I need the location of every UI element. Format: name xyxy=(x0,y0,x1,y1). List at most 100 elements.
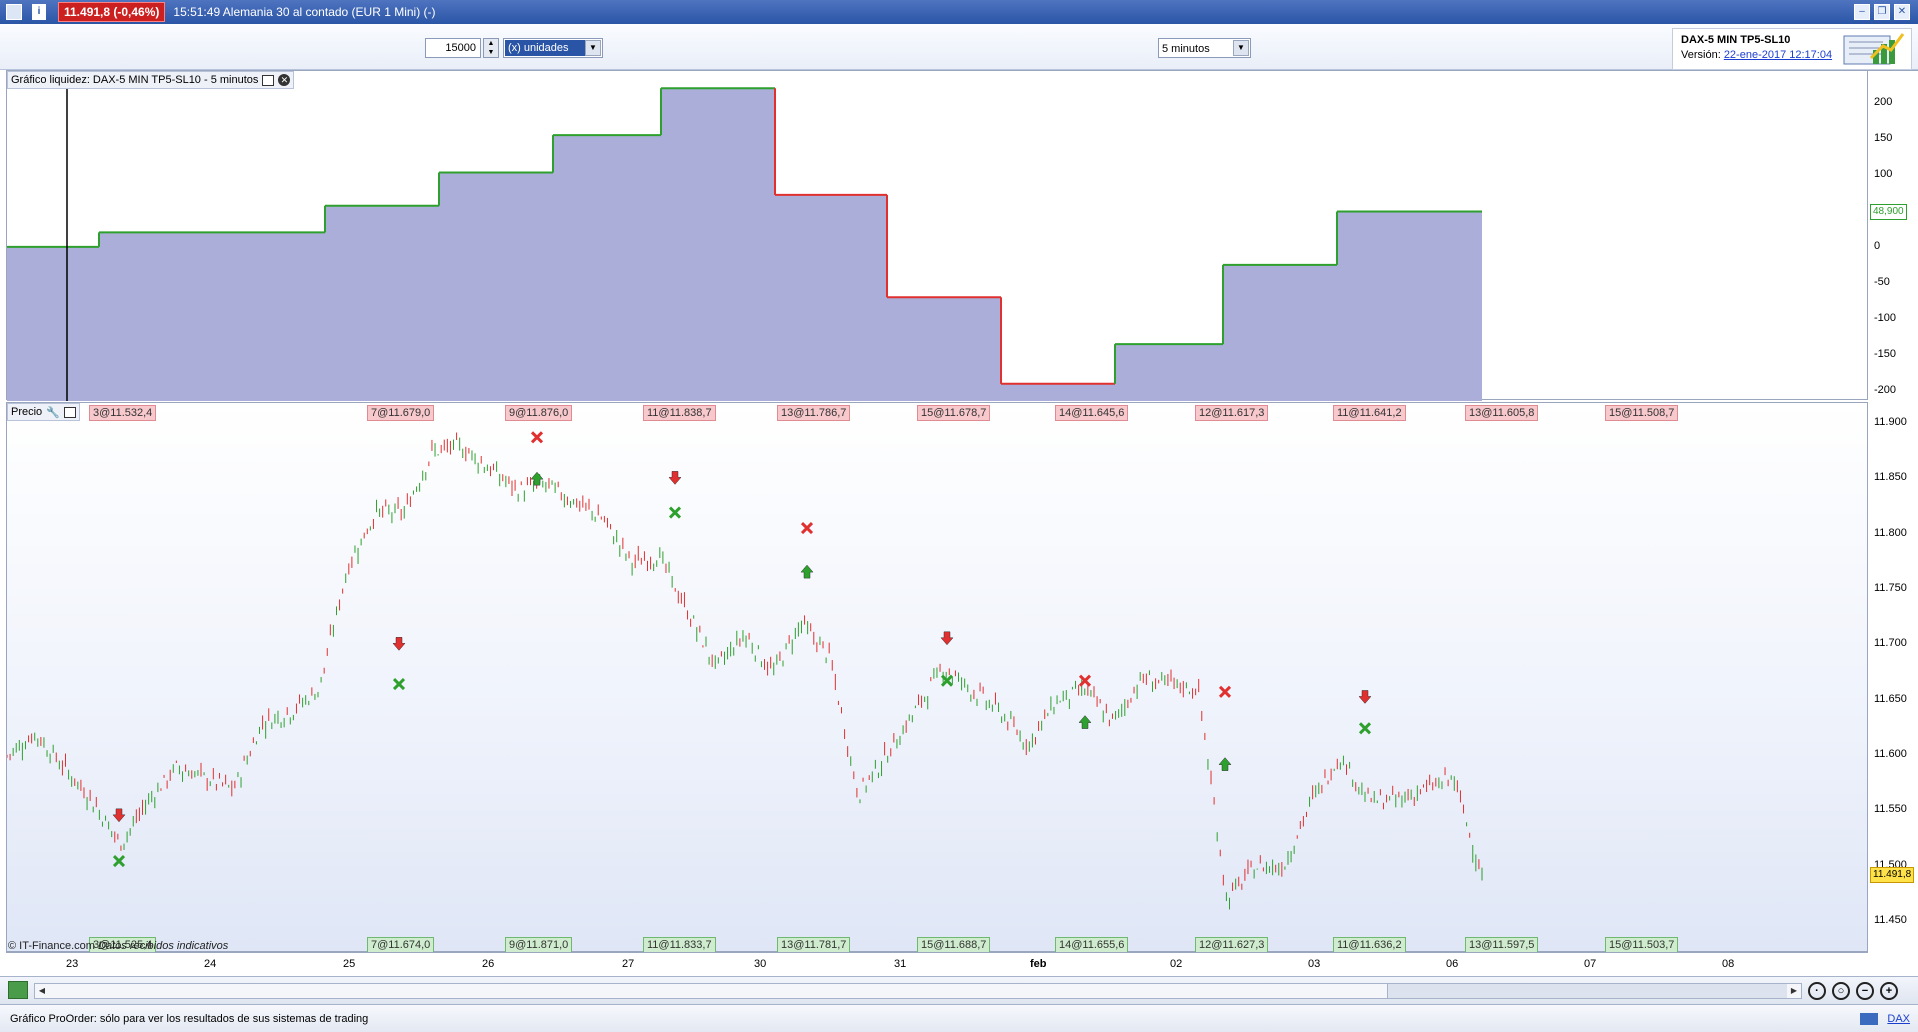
sell-arrow-icon xyxy=(668,471,682,485)
instrument-link-icon xyxy=(1860,1013,1878,1025)
chevron-down-icon[interactable]: ▼ xyxy=(585,40,601,56)
exit-cross-icon xyxy=(800,522,814,535)
zoom-reset-icon[interactable]: ○ xyxy=(1832,982,1850,1000)
trade-exit-tag: 12@11.617,3 xyxy=(1195,405,1269,421)
trade-entry-tag: 15@11.503,7 xyxy=(1605,937,1679,953)
equity-y-tick: -50 xyxy=(1874,275,1890,288)
version-label: Versión: xyxy=(1681,49,1721,61)
zoom-out-icon[interactable]: − xyxy=(1856,982,1874,1000)
trade-exit-tag: 9@11.876,0 xyxy=(505,405,573,421)
trade-entry-tag: 14@11.655,6 xyxy=(1055,937,1129,953)
quantity-input[interactable]: 15000 xyxy=(425,38,481,58)
exit-cross-icon xyxy=(668,506,682,519)
equity-y-tick: -200 xyxy=(1874,384,1897,396)
quantity-stepper[interactable]: ▲ ▼ xyxy=(483,38,499,58)
sell-arrow-icon xyxy=(1358,690,1372,704)
units-value: (x) unidades xyxy=(505,40,585,56)
chart-refresh-icon[interactable] xyxy=(8,981,28,999)
exit-cross-icon xyxy=(1358,722,1372,735)
trade-exit-tag: 3@11.532,4 xyxy=(89,405,157,421)
equity-chart-panel[interactable]: Gráfico liquidez: DAX-5 MIN TP5-SL10 - 5… xyxy=(6,70,1868,401)
scroll-left-icon[interactable]: ◀ xyxy=(35,984,49,998)
exit-cross-icon xyxy=(112,855,126,868)
equity-y-tick: 100 xyxy=(1874,167,1893,180)
price-y-tick: 11.850 xyxy=(1874,471,1907,484)
units-dropdown[interactable]: (x) unidades ▼ xyxy=(503,38,603,58)
price-y-tick: 11.900 xyxy=(1874,416,1907,429)
system-info-box: DAX-5 MIN TP5-SL10 Versión: 22-ene-2017 … xyxy=(1672,28,1912,70)
toolbar: 15000 ▲ ▼ (x) unidades ▼ 5 minutos ▼ xyxy=(0,24,1918,70)
date-axis-label: 06 xyxy=(1446,958,1459,970)
price-chart-panel[interactable]: Precio 🔧 3@11.532,4 7@11.679,0 9@11.876,0 1… xyxy=(6,402,1868,953)
scroll-right-icon[interactable]: ▶ xyxy=(1787,984,1801,998)
chevron-down-icon[interactable]: ▼ xyxy=(1233,40,1249,56)
last-price-badge: 11.491,8 xyxy=(1870,866,1915,883)
buy-arrow-icon xyxy=(1078,715,1092,729)
trade-exit-tag: 14@11.645,6 xyxy=(1055,405,1129,421)
chart-scroll-bar: ◀ ▶ · ○ − + xyxy=(0,976,1918,1004)
price-chart-label: Precio 🔧 xyxy=(7,403,80,421)
sell-arrow-icon xyxy=(112,808,126,823)
wrench-icon[interactable]: 🔧 xyxy=(46,406,60,419)
date-axis: 23 24 25 26 27 30 31 feb 02 03 06 07 08 xyxy=(6,952,1868,976)
date-axis-label: 24 xyxy=(204,958,217,970)
close-icon[interactable]: ✕ xyxy=(1894,4,1910,20)
equity-y-axis: 200150100500-50-100-150-200 48,900 xyxy=(1868,70,1918,400)
trade-entry-tag: 11@11.833,7 xyxy=(643,937,716,953)
maximize-panel-icon[interactable] xyxy=(262,74,275,86)
trade-entry-tag: 7@11.674,0 xyxy=(367,937,435,953)
trade-exit-tag: 13@11.605,8 xyxy=(1465,405,1539,421)
date-axis-label: 07 xyxy=(1584,958,1597,970)
exit-cross-icon xyxy=(1218,685,1232,698)
price-chart-title: Precio xyxy=(11,406,43,418)
price-y-tick: 11.800 xyxy=(1874,526,1907,539)
price-y-tick: 11.650 xyxy=(1874,692,1907,705)
prorealtime-window: i 11.491,8 (-0,46%) 15:51:49 Alemania 30… xyxy=(0,0,1918,1032)
date-axis-label: 03 xyxy=(1308,958,1321,970)
zoom-fit-icon[interactable]: · xyxy=(1808,982,1826,1000)
minimize-icon[interactable]: – xyxy=(1854,4,1870,20)
equity-chart xyxy=(7,71,1482,401)
exit-cross-icon xyxy=(392,678,406,691)
date-axis-label: 02 xyxy=(1170,958,1183,970)
equity-chart-title: Gráfico liquidez: DAX-5 MIN TP5-SL10 - 5… xyxy=(11,74,259,86)
trade-entry-tag: 11@11.636,2 xyxy=(1333,937,1406,953)
date-axis-label: 30 xyxy=(754,958,767,970)
equity-y-tick: -150 xyxy=(1874,347,1897,360)
zoom-in-icon[interactable]: + xyxy=(1880,982,1898,1000)
timeframe-dropdown[interactable]: 5 minutos ▼ xyxy=(1158,38,1251,58)
price-y-tick: 11.600 xyxy=(1874,747,1907,760)
trade-entry-tag: 9@11.871,0 xyxy=(505,937,573,953)
sell-arrow-icon xyxy=(940,631,954,646)
credit-note: Datos recibidos indicativos xyxy=(98,940,229,952)
equity-y-tick: 150 xyxy=(1874,131,1893,144)
date-axis-label: 23 xyxy=(66,958,79,970)
dax-link[interactable]: DAX xyxy=(1887,1013,1910,1025)
price-chart xyxy=(7,431,1483,910)
trade-entry-tag: 13@11.781,7 xyxy=(777,937,851,953)
window-controls: – ❐ ✕ xyxy=(1854,4,1910,20)
date-axis-label: feb xyxy=(1030,958,1047,970)
trade-entry-tag: 15@11.688,7 xyxy=(917,937,991,953)
equity-chart-label: Gráfico liquidez: DAX-5 MIN TP5-SL10 - 5… xyxy=(7,71,295,89)
maximize-panel-icon[interactable] xyxy=(63,406,76,418)
restore-icon[interactable]: ❐ xyxy=(1874,4,1890,20)
status-bar: Gráfico ProOrder: sólo para ver los resu… xyxy=(0,1004,1918,1032)
horizontal-scrollbar[interactable]: ◀ ▶ xyxy=(34,983,1802,999)
system-version: Versión: 22-ene-2017 12:17:04 xyxy=(1681,49,1832,61)
version-date-link[interactable]: 22-ene-2017 12:17:04 xyxy=(1724,49,1832,61)
date-axis-label: 26 xyxy=(482,958,495,970)
trade-exit-tag: 15@11.678,7 xyxy=(917,405,991,421)
price-y-tick: 11.750 xyxy=(1874,582,1907,595)
price-change-badge: 11.491,8 (-0,46%) xyxy=(58,2,166,22)
close-panel-icon[interactable]: ✕ xyxy=(278,74,291,86)
buy-arrow-icon xyxy=(530,471,544,486)
window-menu-icon[interactable] xyxy=(6,4,22,20)
trade-entry-tag: 13@11.597,5 xyxy=(1465,937,1539,953)
price-y-tick: 11.450 xyxy=(1874,913,1907,926)
info-icon[interactable]: i xyxy=(32,4,46,20)
instrument-title: 15:51:49 Alemania 30 al contado (EUR 1 M… xyxy=(173,5,436,19)
scrollbar-thumb[interactable] xyxy=(1387,984,1787,998)
equity-area xyxy=(7,88,1482,401)
trade-exit-tag: 7@11.679,0 xyxy=(367,405,435,421)
